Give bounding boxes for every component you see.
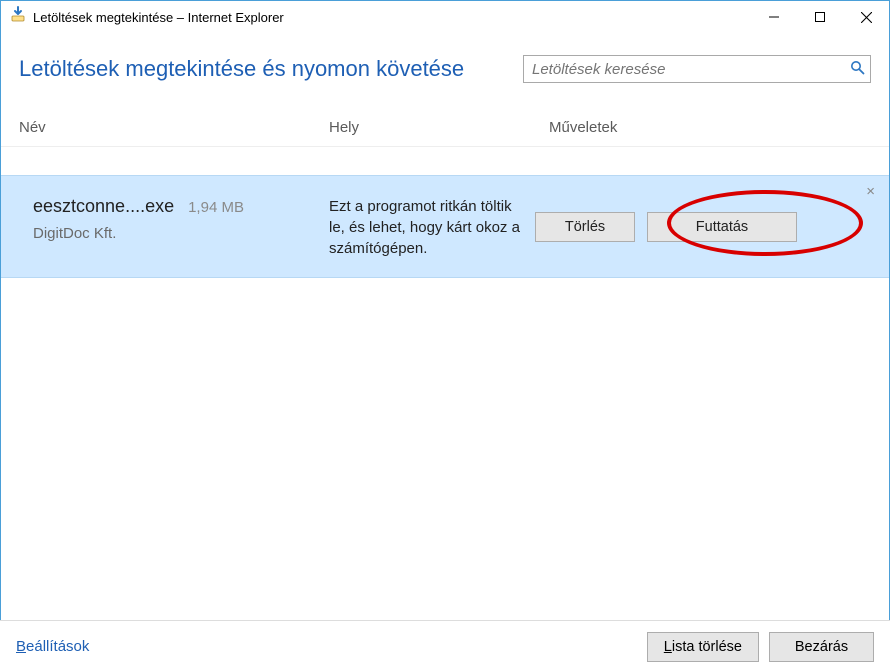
- settings-link[interactable]: Beállítások: [16, 638, 89, 655]
- download-publisher: DigitDoc Kft.: [33, 225, 329, 242]
- search-wrapper: [523, 55, 871, 83]
- column-headers: Név Hely Műveletek: [1, 91, 889, 147]
- delete-button[interactable]: Törlés: [535, 212, 635, 242]
- download-size: 1,94 MB: [188, 199, 244, 216]
- download-app-icon: [9, 6, 27, 29]
- footer: Beállítások Lista törlése Bezárás: [0, 620, 890, 672]
- titlebar: Letöltések megtekintése – Internet Explo…: [1, 1, 889, 33]
- download-row[interactable]: × eesztconne....exe 1,94 MB DigitDoc Kft…: [1, 175, 889, 278]
- column-name: Név: [19, 119, 329, 136]
- clear-list-button[interactable]: Lista törlése: [647, 632, 759, 662]
- search-button[interactable]: [843, 55, 871, 83]
- search-icon: [850, 60, 865, 78]
- download-filename: eesztconne....exe: [33, 196, 174, 217]
- close-window-button[interactable]: [843, 1, 889, 33]
- column-location: Hely: [329, 119, 549, 136]
- close-button[interactable]: Bezárás: [769, 632, 874, 662]
- download-warning: Ezt a programot ritkán töltik le, és leh…: [329, 196, 535, 259]
- run-button[interactable]: Futtatás: [647, 212, 797, 242]
- column-actions: Műveletek: [549, 119, 871, 136]
- page-title: Letöltések megtekintése és nyomon követé…: [19, 56, 499, 82]
- maximize-button[interactable]: [797, 1, 843, 33]
- header: Letöltések megtekintése és nyomon követé…: [1, 33, 889, 91]
- window-title: Letöltések megtekintése – Internet Explo…: [33, 10, 284, 25]
- remove-row-button[interactable]: ×: [866, 184, 875, 199]
- minimize-button[interactable]: [751, 1, 797, 33]
- search-input[interactable]: [523, 55, 871, 83]
